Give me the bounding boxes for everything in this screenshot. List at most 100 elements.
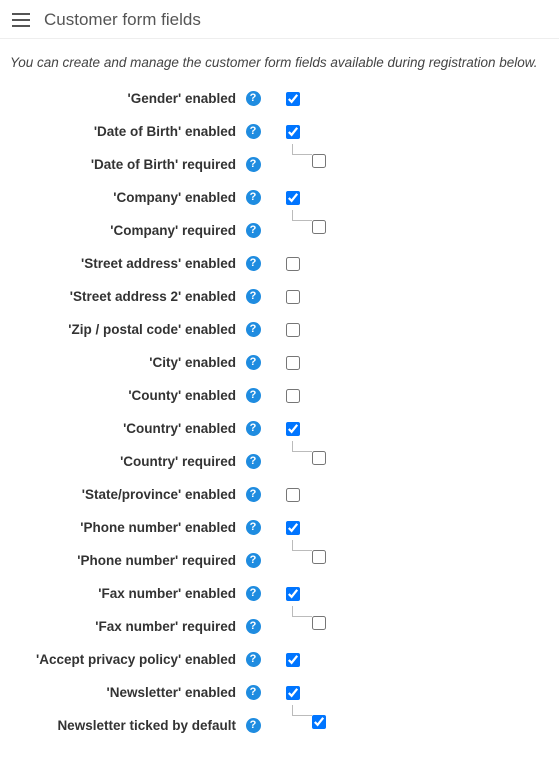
help-icon[interactable]: ? (246, 619, 261, 634)
help-col: ? (242, 519, 264, 535)
form-row: 'Phone number' enabled? (10, 515, 549, 548)
control-col (264, 486, 300, 502)
panel-header: Customer form fields (0, 0, 559, 39)
control-col (264, 321, 300, 337)
field-label: 'Date of Birth' required (10, 156, 242, 174)
help-col: ? (242, 618, 264, 634)
control-col (264, 189, 300, 205)
field-checkbox[interactable] (286, 323, 300, 337)
help-col: ? (242, 651, 264, 667)
form-row: Newsletter ticked by default? (10, 713, 549, 746)
field-label: 'Company' required (10, 222, 242, 240)
page-title: Customer form fields (44, 10, 201, 30)
form-row: 'Street address 2' enabled? (10, 284, 549, 317)
field-label: 'Fax number' required (10, 618, 242, 636)
field-checkbox[interactable] (312, 616, 326, 630)
help-col: ? (242, 123, 264, 139)
field-checkbox[interactable] (286, 356, 300, 370)
form-row: 'City' enabled? (10, 350, 549, 383)
field-checkbox[interactable] (286, 488, 300, 502)
help-icon[interactable]: ? (246, 487, 261, 502)
help-icon[interactable]: ? (246, 223, 261, 238)
control-col (264, 585, 300, 601)
help-icon[interactable]: ? (246, 520, 261, 535)
help-icon[interactable]: ? (246, 124, 261, 139)
control-col (264, 420, 300, 436)
help-icon[interactable]: ? (246, 289, 261, 304)
help-icon[interactable]: ? (246, 256, 261, 271)
field-label: 'Phone number' enabled (10, 519, 242, 537)
page-description: You can create and manage the customer f… (0, 39, 559, 86)
field-checkbox[interactable] (286, 290, 300, 304)
tree-connector-icon (286, 540, 312, 560)
form-row: 'Date of Birth' required? (10, 152, 549, 185)
tree-connector-icon (286, 606, 312, 626)
form-row: 'Newsletter' enabled? (10, 680, 549, 713)
help-icon[interactable]: ? (246, 190, 261, 205)
help-icon[interactable]: ? (246, 685, 261, 700)
form-row: 'State/province' enabled? (10, 482, 549, 515)
form-row: 'Company' required? (10, 218, 549, 251)
help-icon[interactable]: ? (246, 718, 261, 733)
help-col: ? (242, 387, 264, 403)
help-col: ? (242, 717, 264, 733)
field-checkbox[interactable] (286, 92, 300, 106)
form-row: 'County' enabled? (10, 383, 549, 416)
field-checkbox[interactable] (286, 686, 300, 700)
help-col: ? (242, 288, 264, 304)
help-col: ? (242, 255, 264, 271)
field-label: 'Phone number' required (10, 552, 242, 570)
field-checkbox[interactable] (286, 422, 300, 436)
field-checkbox[interactable] (312, 220, 326, 234)
field-label: 'State/province' enabled (10, 486, 242, 504)
help-icon[interactable]: ? (246, 91, 261, 106)
tree-connector-icon (286, 144, 312, 164)
field-checkbox[interactable] (286, 653, 300, 667)
control-col (264, 717, 326, 729)
field-label: 'City' enabled (10, 354, 242, 372)
field-checkbox[interactable] (312, 451, 326, 465)
control-col (264, 123, 300, 139)
help-icon[interactable]: ? (246, 355, 261, 370)
field-checkbox[interactable] (312, 550, 326, 564)
help-col: ? (242, 453, 264, 469)
field-checkbox[interactable] (286, 521, 300, 535)
field-checkbox[interactable] (286, 389, 300, 403)
control-col (264, 222, 326, 234)
field-label: 'Date of Birth' enabled (10, 123, 242, 141)
field-checkbox[interactable] (286, 257, 300, 271)
field-label: 'Accept privacy policy' enabled (10, 651, 242, 669)
field-checkbox[interactable] (286, 191, 300, 205)
help-col: ? (242, 321, 264, 337)
control-col (264, 255, 300, 271)
help-icon[interactable]: ? (246, 157, 261, 172)
field-label: 'Zip / postal code' enabled (10, 321, 242, 339)
form-row: 'Phone number' required? (10, 548, 549, 581)
help-icon[interactable]: ? (246, 652, 261, 667)
field-checkbox[interactable] (286, 125, 300, 139)
help-col: ? (242, 552, 264, 568)
field-label: 'Street address' enabled (10, 255, 242, 273)
field-label: 'Country' enabled (10, 420, 242, 438)
control-col (264, 453, 326, 465)
help-icon[interactable]: ? (246, 586, 261, 601)
field-label: 'Company' enabled (10, 189, 242, 207)
control-col (264, 651, 300, 667)
form-row: 'Country' enabled? (10, 416, 549, 449)
help-col: ? (242, 90, 264, 106)
field-checkbox[interactable] (286, 587, 300, 601)
control-col (264, 156, 326, 168)
control-col (264, 354, 300, 370)
help-icon[interactable]: ? (246, 322, 261, 337)
field-checkbox[interactable] (312, 154, 326, 168)
hamburger-icon[interactable] (12, 13, 30, 27)
help-icon[interactable]: ? (246, 388, 261, 403)
field-label: 'Gender' enabled (10, 90, 242, 108)
help-icon[interactable]: ? (246, 454, 261, 469)
form-row: 'Zip / postal code' enabled? (10, 317, 549, 350)
help-icon[interactable]: ? (246, 553, 261, 568)
help-icon[interactable]: ? (246, 421, 261, 436)
form-row: 'Fax number' required? (10, 614, 549, 647)
control-col (264, 618, 326, 630)
field-checkbox[interactable] (312, 715, 326, 729)
